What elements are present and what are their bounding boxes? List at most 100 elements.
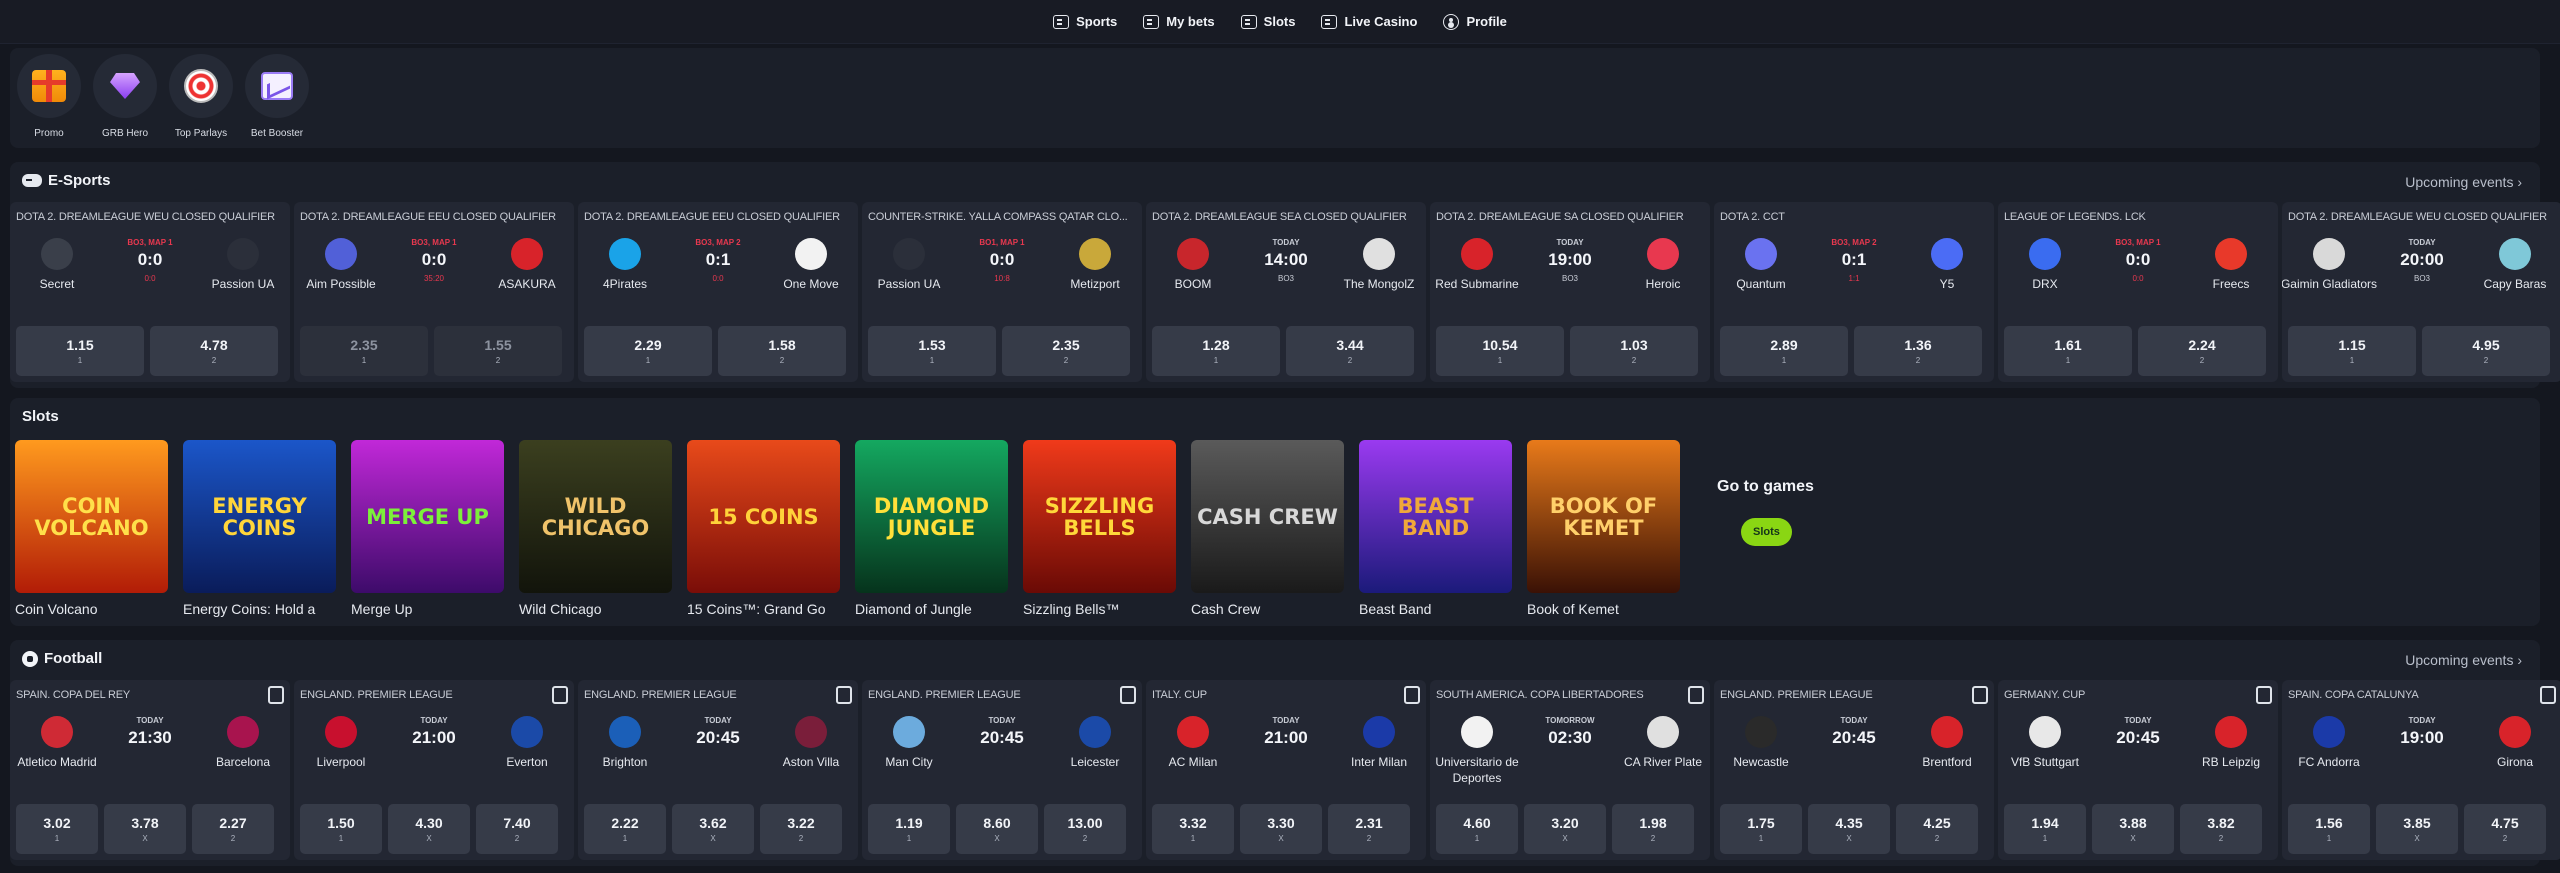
quicklink-bet-booster[interactable]: Bet Booster [244, 54, 310, 142]
odds-button[interactable]: 4.95 2 [2422, 326, 2550, 376]
esports-event-card[interactable]: DOTA 2. DREAMLEAGUE WEU CLOSED QUALIFIER… [2282, 202, 2560, 382]
odds-button[interactable]: 1.56 1 [2288, 804, 2370, 854]
odds-button[interactable]: 1.15 1 [2288, 326, 2416, 376]
odds-button[interactable]: 1.98 2 [1612, 804, 1694, 854]
odds-button[interactable]: 4.60 1 [1436, 804, 1518, 854]
esports-event-card[interactable]: DOTA 2. DREAMLEAGUE EEU CLOSED QUALIFIER… [578, 202, 858, 382]
odds-button[interactable]: 3.44 2 [1286, 326, 1414, 376]
odds-row: 1.15 1 4.78 2 [16, 326, 278, 376]
stats-icon[interactable] [1688, 686, 1704, 704]
odds-button[interactable]: 1.75 1 [1720, 804, 1802, 854]
stats-icon[interactable] [2540, 686, 2556, 704]
stats-icon[interactable] [836, 686, 852, 704]
odds-button[interactable]: 4.75 2 [2464, 804, 2546, 854]
esports-event-card[interactable]: DOTA 2. DREAMLEAGUE SA CLOSED QUALIFIER R… [1430, 202, 1710, 382]
slot-game[interactable]: SIZZLING BELLS Sizzling Bells™ [1023, 440, 1176, 617]
slot-game[interactable]: DIAMOND JUNGLE Diamond of Jungle [855, 440, 1008, 617]
odds-button[interactable]: 2.35 2 [1002, 326, 1130, 376]
odds-button[interactable]: 1.94 1 [2004, 804, 2086, 854]
away-team-name: Brentford [1922, 755, 1972, 769]
odds-button[interactable]: 2.29 1 [584, 326, 712, 376]
esports-upcoming-link[interactable]: Upcoming events › [2405, 174, 2522, 190]
odds-button[interactable]: 3.20 X [1524, 804, 1606, 854]
odds-button[interactable]: 1.03 2 [1570, 326, 1698, 376]
odds-button[interactable]: 3.88 X [2092, 804, 2174, 854]
odds-button[interactable]: 2.24 2 [2138, 326, 2266, 376]
slot-game[interactable]: ENERGY COINS Energy Coins: Hold a [183, 440, 336, 617]
football-event-card[interactable]: SOUTH AMERICA. COPA LIBERTADORES Universi… [1430, 680, 1710, 860]
odds-button[interactable]: 7.40 2 [476, 804, 558, 854]
football-event-card[interactable]: ENGLAND. PREMIER LEAGUE Man City Leicester… [862, 680, 1142, 860]
slot-game[interactable]: WILD CHICAGO Wild Chicago [519, 440, 672, 617]
slots-button[interactable]: Slots [1741, 518, 1792, 546]
odds-button[interactable]: 2.31 2 [1328, 804, 1410, 854]
esports-event-card[interactable]: COUNTER-STRIKE. YALLA COMPASS QATAR CLO.… [862, 202, 1142, 382]
odds-button[interactable]: 3.02 1 [16, 804, 98, 854]
stats-icon[interactable] [268, 686, 284, 704]
football-event-card[interactable]: ITALY. CUP AC Milan Inter Milan TODAY 21:00 3… [1146, 680, 1426, 860]
slots-section: Slots COIN VOLCANO Coin Volcano ENERGY COI… [10, 398, 2540, 626]
stats-icon[interactable] [1404, 686, 1420, 704]
odds-button[interactable]: 1.15 1 [16, 326, 144, 376]
stats-icon[interactable] [552, 686, 568, 704]
slot-game[interactable]: 15 COINS 15 Coins™: Grand Go [687, 440, 840, 617]
nav-sports[interactable]: Sports [1053, 14, 1117, 29]
stats-icon[interactable] [2256, 686, 2272, 704]
odds-button[interactable]: 1.53 1 [868, 326, 996, 376]
quicklink-promo[interactable]: Promo [16, 54, 82, 142]
odds-button[interactable]: 2.89 1 [1720, 326, 1848, 376]
esports-event-card[interactable]: DOTA 2. DREAMLEAGUE SEA CLOSED QUALIFIER… [1146, 202, 1426, 382]
slot-game[interactable]: BOOK OF KEMET Book of Kemet [1527, 440, 1680, 617]
odds-button[interactable]: 1.19 1 [868, 804, 950, 854]
odds-button[interactable]: 2.22 1 [584, 804, 666, 854]
football-event-card[interactable]: SPAIN. COPA CATALUNYA FC Andorra Girona TOD… [2282, 680, 2560, 860]
odds-button[interactable]: 10.54 1 [1436, 326, 1564, 376]
odds-button[interactable]: 4.30 X [388, 804, 470, 854]
odds-button[interactable]: 3.78 X [104, 804, 186, 854]
odds-value: 10.54 [1482, 337, 1518, 353]
stats-icon[interactable] [1120, 686, 1136, 704]
stats-icon[interactable] [1972, 686, 1988, 704]
odds-button[interactable]: 8.60 X [956, 804, 1038, 854]
esports-event-card[interactable]: DOTA 2. CCT Quantum Y5 BO3, MAP 2 0:1 1:1 2.89… [1714, 202, 1994, 382]
odds-button[interactable]: 2.27 2 [192, 804, 274, 854]
nav-slots[interactable]: Slots [1240, 14, 1295, 29]
odds-button[interactable]: 3.32 1 [1152, 804, 1234, 854]
odds-button[interactable]: 3.82 2 [2180, 804, 2262, 854]
odds-button[interactable]: 3.62 X [672, 804, 754, 854]
odds-button[interactable]: 1.28 1 [1152, 326, 1280, 376]
football-upcoming-link[interactable]: Upcoming events › [2405, 652, 2522, 668]
slot-game[interactable]: MERGE UP Merge Up [351, 440, 504, 617]
odds-button[interactable]: 1.55 2 [434, 326, 562, 376]
football-event-card[interactable]: ENGLAND. PREMIER LEAGUE Liverpool Everton T… [294, 680, 574, 860]
esports-event-card[interactable]: LEAGUE OF LEGENDS. LCK DRX Freecs BO3, MAP … [1998, 202, 2278, 382]
nav-live-casino[interactable]: Live Casino [1321, 14, 1417, 29]
odds-button[interactable]: 1.50 1 [300, 804, 382, 854]
esports-event-card[interactable]: DOTA 2. DREAMLEAGUE EEU CLOSED QUALIFIER… [294, 202, 574, 382]
odds-row: 1.15 1 4.95 2 [2288, 326, 2550, 376]
football-event-card[interactable]: ENGLAND. PREMIER LEAGUE Brighton Aston Vil… [578, 680, 858, 860]
slot-game[interactable]: CASH CREW Cash Crew [1191, 440, 1344, 617]
football-event-card[interactable]: SPAIN. COPA DEL REY Atletico Madrid Barcel… [10, 680, 290, 860]
quicklink-top-parlays[interactable]: Top Parlays [168, 54, 234, 142]
odds-button[interactable]: 3.22 2 [760, 804, 842, 854]
odds-button[interactable]: 3.30 X [1240, 804, 1322, 854]
odds-button[interactable]: 3.85 X [2376, 804, 2458, 854]
slot-game[interactable]: BEAST BAND Beast Band [1359, 440, 1512, 617]
odds-button[interactable]: 1.61 1 [2004, 326, 2132, 376]
nav-profile[interactable]: Profile [1443, 13, 1507, 30]
slot-game[interactable]: COIN VOLCANO Coin Volcano [15, 440, 168, 617]
odds-button[interactable]: 1.58 2 [718, 326, 846, 376]
nav-my-bets[interactable]: My bets [1143, 14, 1215, 29]
league-name: SOUTH AMERICA. COPA LIBERTADORES [1436, 689, 1644, 701]
odds-button[interactable]: 2.35 1 [300, 326, 428, 376]
football-event-card[interactable]: ENGLAND. PREMIER LEAGUE Newcastle Brentfor… [1714, 680, 1994, 860]
odds-button[interactable]: 13.00 2 [1044, 804, 1126, 854]
football-event-card[interactable]: GERMANY. CUP VfB Stuttgart RB Leipzig TODAY… [1998, 680, 2278, 860]
odds-button[interactable]: 4.35 X [1808, 804, 1890, 854]
quicklink-grb-hero[interactable]: GRB Hero [92, 54, 158, 142]
odds-button[interactable]: 4.25 2 [1896, 804, 1978, 854]
odds-button[interactable]: 1.36 2 [1854, 326, 1982, 376]
odds-button[interactable]: 4.78 2 [150, 326, 278, 376]
esports-event-card[interactable]: DOTA 2. DREAMLEAGUE WEU CLOSED QUALIFIER… [10, 202, 290, 382]
